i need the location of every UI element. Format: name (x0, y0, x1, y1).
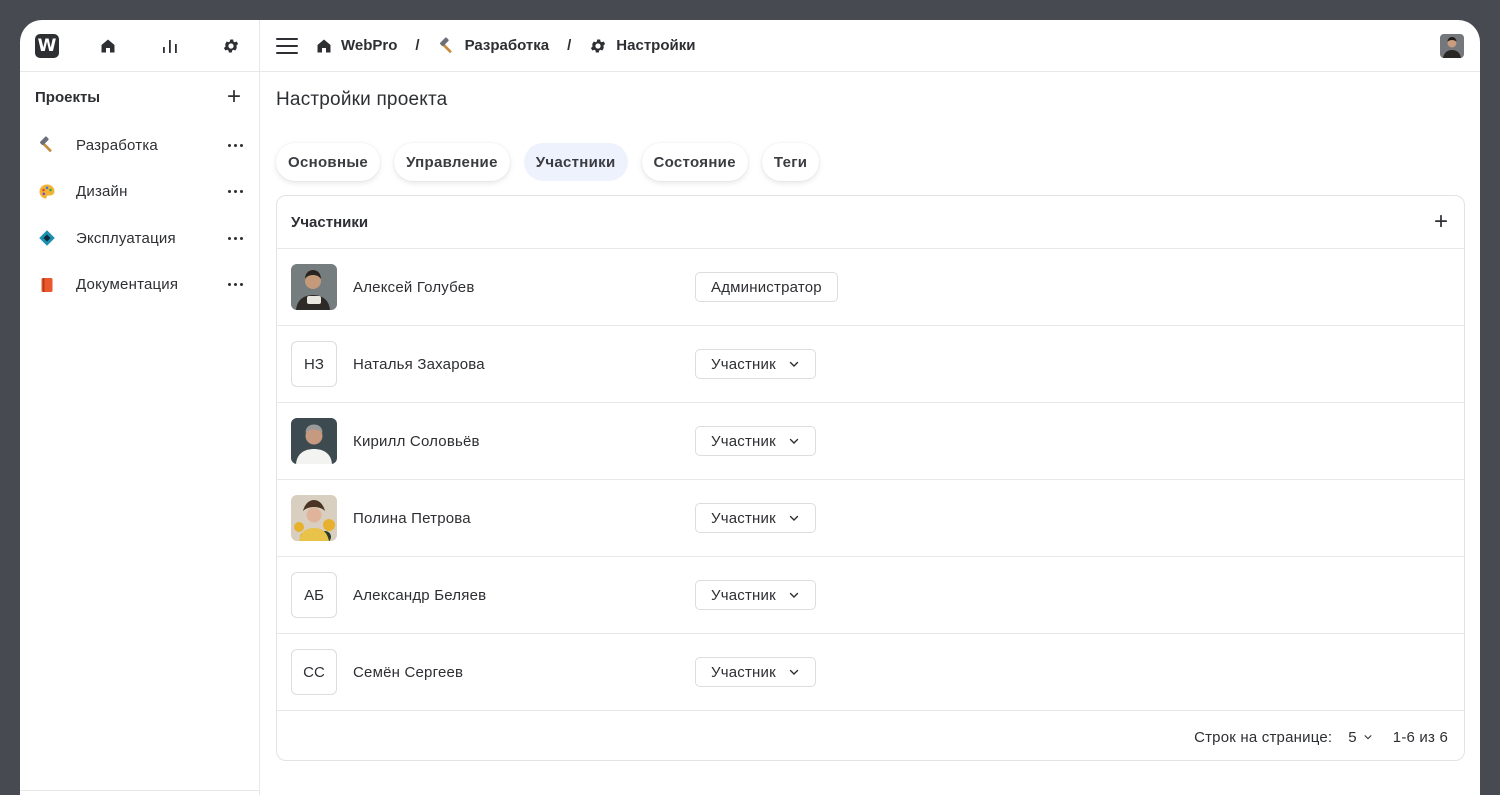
sidebar-item-operations[interactable]: Эксплуатация (20, 215, 259, 262)
hammer-icon (439, 36, 452, 53)
role-select[interactable]: Участник (695, 657, 816, 687)
diamond-icon (37, 228, 57, 248)
breadcrumb-label: WebPro (341, 37, 398, 54)
tab-members[interactable]: Участники (523, 143, 628, 181)
role-label: Участник (711, 432, 776, 450)
pagination: Строк на странице: 5 1-6 из 6 (277, 711, 1464, 760)
role-label: Администратор (711, 278, 822, 296)
role-select[interactable]: Участник (695, 349, 816, 379)
sidebar-divider (20, 790, 259, 791)
more-options-icon[interactable] (228, 236, 243, 240)
avatar (291, 495, 337, 541)
sidebar-item-development[interactable]: Разработка (20, 122, 259, 169)
member-name: Наталья Захарова (353, 355, 485, 373)
gear-icon[interactable] (219, 34, 243, 58)
breadcrumb: WebPro / Разработка / Настройки (316, 36, 695, 55)
app-window: W Проекты + Разработка Дизайн Эксплуатац… (20, 20, 1480, 795)
avatar: АБ (291, 572, 337, 618)
rows-per-page-value: 5 (1348, 729, 1357, 746)
role-label: Участник (711, 586, 776, 604)
topbar: WebPro / Разработка / Настройки (260, 20, 1480, 72)
avatar: СС (291, 649, 337, 695)
role-select[interactable]: Участник (695, 580, 816, 610)
members-card-title: Участники (291, 213, 369, 231)
chevron-down-icon (788, 358, 800, 370)
tab-management[interactable]: Управление (394, 143, 510, 181)
chevron-down-icon (788, 589, 800, 601)
menu-icon[interactable] (276, 35, 298, 57)
table-row: АБ Александр Беляев Участник (277, 557, 1464, 634)
chevron-down-icon (788, 512, 800, 524)
avatar (291, 264, 337, 310)
members-card: Участники + Алексей Голубев Администрато… (276, 195, 1465, 761)
role-label: Участник (711, 355, 776, 373)
sidebar-item-design[interactable]: Дизайн (20, 169, 259, 216)
sidebar: W Проекты + Разработка Дизайн Эксплуатац… (20, 20, 260, 795)
sidebar-item-label: Документация (76, 276, 179, 294)
home-icon (317, 39, 331, 52)
table-row: НЗ Наталья Захарова Участник (277, 326, 1464, 403)
member-name: Алексей Голубев (353, 278, 475, 296)
chevron-down-icon (788, 435, 800, 447)
palette-icon (37, 182, 57, 202)
analytics-icon[interactable] (158, 34, 182, 58)
table-row: Кирилл Соловьёв Участник (277, 403, 1464, 480)
sidebar-item-label: Дизайн (76, 183, 128, 201)
role-badge: Администратор (695, 272, 838, 302)
more-options-icon[interactable] (228, 190, 243, 194)
member-name: Полина Петрова (353, 509, 471, 527)
sidebar-toolbar: W (20, 20, 259, 72)
chevron-down-icon (1363, 729, 1373, 746)
projects-header: Проекты + (20, 72, 259, 122)
member-name: Кирилл Соловьёв (353, 432, 480, 450)
rows-per-page-select[interactable]: 5 (1348, 729, 1373, 746)
app-logo[interactable]: W (35, 33, 59, 58)
breadcrumb-project[interactable]: Разработка (438, 36, 550, 55)
more-options-icon[interactable] (228, 143, 243, 147)
member-name: Александр Беляев (353, 586, 487, 604)
add-project-button[interactable]: + (227, 85, 241, 109)
role-select[interactable]: Участник (695, 503, 816, 533)
hammer-icon (37, 135, 57, 155)
projects-title: Проекты (35, 88, 101, 106)
table-row: Алексей Голубев Администратор (277, 249, 1464, 326)
role-label: Участник (711, 663, 776, 681)
rows-per-page-label: Строк на странице: (1194, 729, 1333, 746)
chevron-down-icon (788, 666, 800, 678)
gear-icon (591, 38, 606, 53)
user-avatar[interactable] (1440, 33, 1464, 58)
role-select[interactable]: Участник (695, 426, 816, 456)
sidebar-item-label: Разработка (76, 136, 158, 154)
avatar (291, 418, 337, 464)
tab-tags[interactable]: Теги (761, 143, 820, 181)
avatar: НЗ (291, 341, 337, 387)
sidebar-item-documentation[interactable]: Документация (20, 262, 259, 309)
home-icon[interactable] (96, 34, 120, 58)
table-row: СС Семён Сергеев Участник (277, 634, 1464, 711)
main-content: WebPro / Разработка / Настройки Настройк… (260, 20, 1480, 795)
sidebar-item-label: Эксплуатация (76, 229, 176, 247)
page-range: 1-6 из 6 (1392, 729, 1448, 746)
table-row: Полина Петрова Участник (277, 480, 1464, 557)
breadcrumb-home[interactable]: WebPro (316, 37, 397, 54)
member-name: Семён Сергеев (353, 663, 464, 681)
book-icon (37, 275, 57, 295)
breadcrumb-label: Настройки (616, 37, 696, 54)
breadcrumb-separator: / (415, 37, 420, 54)
breadcrumb-separator: / (567, 37, 572, 54)
members-card-header: Участники + (277, 196, 1464, 249)
more-options-icon[interactable] (228, 283, 243, 287)
breadcrumb-label: Разработка (464, 37, 550, 54)
add-member-button[interactable]: + (1434, 210, 1448, 234)
tab-general[interactable]: Основные (276, 143, 381, 181)
tab-status[interactable]: Состояние (641, 143, 748, 181)
page-title: Настройки проекта (276, 89, 448, 110)
breadcrumb-settings[interactable]: Настройки (589, 37, 695, 55)
role-label: Участник (711, 509, 776, 527)
settings-tabs: Основные Управление Участники Состояние … (276, 143, 1480, 181)
